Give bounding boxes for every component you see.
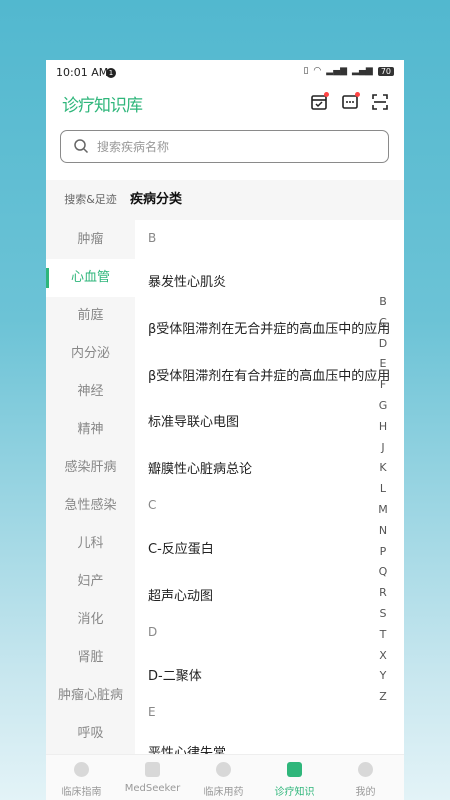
alpha-letter[interactable]: M — [376, 503, 390, 524]
alpha-letter[interactable]: K — [376, 461, 390, 482]
wifi-icon: ◠ — [313, 66, 322, 76]
message-icon[interactable] — [341, 92, 360, 111]
tab-profile[interactable]: 我的 — [330, 755, 401, 800]
content-header: 疾病分类 — [130, 180, 404, 220]
section-letter-b: B — [148, 231, 157, 245]
alpha-letter[interactable]: P — [376, 545, 390, 566]
list-item[interactable]: 超声心动图 — [148, 585, 213, 604]
knowledge-icon — [287, 762, 302, 777]
alpha-letter[interactable]: T — [376, 628, 390, 649]
tab-label: 临床用药 — [203, 787, 244, 798]
alpha-letter[interactable]: H — [376, 420, 390, 441]
alpha-letter[interactable]: G — [376, 399, 390, 420]
sidebar-item-neurology[interactable]: 神经 — [46, 373, 135, 411]
section-letter-c: C — [148, 498, 157, 512]
sidebar-item-infection-liver[interactable]: 感染肝病 — [46, 449, 135, 487]
alpha-letter[interactable]: Q — [376, 565, 390, 586]
category-sidebar: 搜索&足迹 肿瘤 心血管 前庭 内分泌 神经 精神 感染肝病 急性感染 儿科 妇… — [46, 180, 135, 760]
tab-medseeker[interactable]: MedSeeker — [117, 755, 188, 800]
alpha-letter[interactable]: C — [376, 316, 390, 337]
section-letter-e: E — [148, 705, 156, 719]
guide-icon — [74, 762, 89, 777]
profile-icon — [358, 762, 373, 777]
ai-icon — [145, 762, 160, 777]
list-item[interactable]: D-二聚体 — [148, 665, 202, 684]
sidebar-item-endocrine[interactable]: 内分泌 — [46, 335, 135, 373]
calendar-icon[interactable] — [310, 92, 329, 111]
sidebar-item-respiratory[interactable]: 呼吸 — [46, 715, 135, 753]
sidebar-header-search-history[interactable]: 搜索&足迹 — [46, 180, 135, 220]
tab-label: 我的 — [355, 787, 376, 798]
disease-category-title: 疾病分类 — [130, 192, 183, 207]
list-item[interactable]: 暴发性心肌炎 — [148, 271, 226, 290]
tab-label: 临床指南 — [61, 787, 102, 798]
sidebar-item-vestibular[interactable]: 前庭 — [46, 297, 135, 335]
alpha-letter[interactable]: E — [376, 357, 390, 378]
search-input[interactable] — [95, 135, 379, 159]
sidebar-item-acute-infection[interactable]: 急性感染 — [46, 487, 135, 525]
section-letter-d: D — [148, 625, 158, 639]
search-icon — [74, 139, 89, 154]
list-item[interactable]: 瓣膜性心脏病总论 — [148, 458, 252, 477]
signal-icon: ▂▄▆ — [326, 66, 348, 76]
status-icons: ▯ ◠ ▂▄▆ ▂▄▆ 70 — [303, 66, 394, 76]
sidebar-item-digestive[interactable]: 消化 — [46, 601, 135, 639]
list-item[interactable]: β受体阻滞剂在无合并症的高血压中的应用 — [148, 318, 390, 337]
bottom-tab-bar: 临床指南 MedSeeker 临床用药 诊疗知识 我的 — [46, 754, 404, 800]
sidebar-item-pediatrics[interactable]: 儿科 — [46, 525, 135, 563]
tab-label: 诊疗知识 — [274, 787, 315, 798]
list-item[interactable]: β受体阻滞剂在有合并症的高血压中的应用 — [148, 365, 390, 384]
alpha-letter[interactable]: N — [376, 524, 390, 545]
sidebar-item-cardiovascular[interactable]: 心血管 — [46, 259, 135, 297]
sidebar-item-psychiatry[interactable]: 精神 — [46, 411, 135, 449]
sidebar-item-obstetrics[interactable]: 妇产 — [46, 563, 135, 601]
alpha-letter[interactable]: F — [376, 378, 390, 399]
alpha-letter[interactable]: X — [376, 649, 390, 670]
tab-diagnosis-knowledge[interactable]: 诊疗知识 — [259, 755, 330, 800]
alpha-letter[interactable]: Y — [376, 669, 390, 690]
alpha-letter[interactable]: L — [376, 482, 390, 503]
sidebar-item-nephrology[interactable]: 肾脏 — [46, 639, 135, 677]
sidebar-item-oncology[interactable]: 肿瘤 — [46, 221, 135, 259]
alpha-letter[interactable]: B — [376, 295, 390, 316]
battery-level: 70 — [377, 66, 394, 76]
scan-icon[interactable] — [371, 93, 389, 111]
signal-icon-2: ▂▄▆ — [352, 66, 373, 76]
alpha-letter[interactable]: R — [376, 586, 390, 607]
disease-list: B 暴发性心肌炎 β受体阻滞剂在无合并症的高血压中的应用 β受体阻滞剂在有合并症… — [135, 220, 404, 761]
sidebar-item-cardio-oncology[interactable]: 肿瘤心脏病 — [46, 677, 135, 715]
pill-icon — [216, 762, 231, 777]
app-screen: 10:01 AM 1 ▯ ◠ ▂▄▆ ▂▄▆ 70 诊疗知识库 搜索&足迹 肿 — [46, 60, 404, 800]
status-time: 10:01 AM — [56, 66, 109, 79]
app-logo: 诊疗知识库 — [62, 96, 143, 116]
alpha-letter[interactable]: D — [376, 337, 390, 358]
tab-clinical-guide[interactable]: 临床指南 — [46, 755, 117, 800]
notification-badge: 1 — [106, 68, 116, 78]
alpha-letter[interactable]: Z — [376, 690, 390, 711]
tab-label: MedSeeker — [124, 783, 181, 794]
alpha-letter[interactable]: S — [376, 607, 390, 628]
list-item[interactable]: C-反应蛋白 — [148, 538, 214, 557]
tab-clinical-drugs[interactable]: 临床用药 — [188, 755, 259, 800]
alphabet-index[interactable]: B C D E F G H J K L M N P Q R S T X Y Z — [376, 295, 390, 711]
vibrate-icon: ▯ — [303, 66, 309, 76]
status-bar: 10:01 AM 1 ▯ ◠ ▂▄▆ ▂▄▆ 70 — [46, 60, 404, 87]
list-item[interactable]: 标准导联心电图 — [148, 411, 239, 430]
alpha-letter[interactable]: J — [376, 441, 390, 462]
search-box[interactable] — [60, 130, 389, 163]
app-header: 诊疗知识库 — [46, 87, 404, 120]
